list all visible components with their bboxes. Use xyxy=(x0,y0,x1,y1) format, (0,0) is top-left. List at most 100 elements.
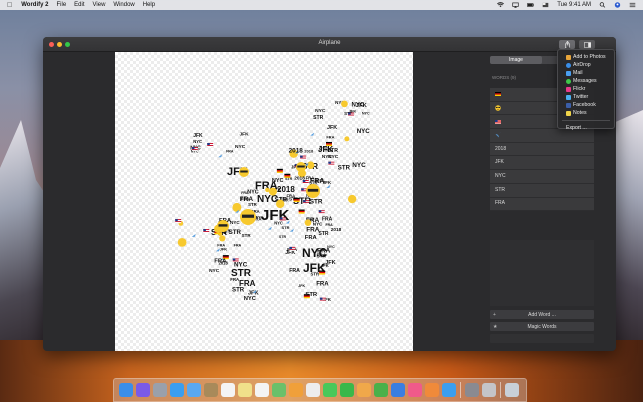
cloud-word: FRA xyxy=(289,268,300,274)
title-bar[interactable]: Airplane xyxy=(43,37,616,52)
wifi-icon[interactable] xyxy=(497,2,505,8)
reminders-icon[interactable] xyxy=(255,383,269,397)
music-icon[interactable] xyxy=(408,383,422,397)
spotlight-icon[interactable] xyxy=(599,2,606,8)
numbers-icon[interactable] xyxy=(374,383,388,397)
cloud-sunglasses-lens xyxy=(218,224,228,227)
messages-app-icon[interactable] xyxy=(323,383,337,397)
cloud-sunglasses-emoji xyxy=(265,187,270,193)
cloud-airplane-emoji xyxy=(326,184,332,188)
words-section-label: WORDS (9) xyxy=(492,75,516,80)
cloud-sunglasses-emoji xyxy=(304,219,312,226)
share-item-label: Mail xyxy=(573,70,583,76)
flickr-icon xyxy=(566,86,571,92)
profile-icon[interactable] xyxy=(482,383,496,397)
photos-app-icon[interactable] xyxy=(289,383,303,397)
calendar-icon[interactable] xyxy=(221,383,235,397)
battery-icon[interactable] xyxy=(527,2,535,8)
cloud-word: NYC xyxy=(193,139,202,144)
menu-edit[interactable]: Edit xyxy=(74,2,84,8)
system-preferences-icon[interactable] xyxy=(465,383,479,397)
menu-clock[interactable]: Tue 9:41 AM xyxy=(557,2,591,8)
cloud-us-flag xyxy=(203,229,210,234)
notification-center-icon[interactable] xyxy=(629,2,636,8)
cloud-sunglasses-emoji xyxy=(347,194,357,204)
siri-icon[interactable] xyxy=(136,383,150,397)
user-icon[interactable] xyxy=(614,2,621,8)
notes-app-icon[interactable] xyxy=(238,383,252,397)
share-facebook[interactable]: Facebook xyxy=(558,101,614,109)
dock-separator xyxy=(500,382,501,398)
cloud-us-flag xyxy=(289,246,296,251)
finder-icon[interactable] xyxy=(119,383,133,397)
app-menu[interactable]: Wordify 2 xyxy=(21,2,48,8)
cloud-sunglasses-emoji xyxy=(177,237,187,247)
share-airdrop[interactable]: AirDrop xyxy=(558,61,614,69)
wordify-icon[interactable] xyxy=(306,383,320,397)
cloud-german-flag xyxy=(293,197,300,202)
menu-view[interactable]: View xyxy=(93,2,106,8)
cloud-sunglasses-emoji xyxy=(276,199,285,209)
cloud-sunglasses-emoji xyxy=(341,100,348,108)
menu-bar:  Wordify 2 File Edit View Window Help T… xyxy=(0,0,643,10)
cloud-word: NYC xyxy=(230,220,240,225)
magic-words-button[interactable]: ★ Magic Words xyxy=(490,322,594,331)
safari-icon[interactable] xyxy=(170,383,184,397)
cloud-word: JFK xyxy=(193,133,203,139)
cloud-word: JFK xyxy=(298,284,305,288)
cloud-word: NYC xyxy=(352,162,366,169)
cloud-word: NYC xyxy=(352,102,365,109)
facetime-icon[interactable] xyxy=(340,383,354,397)
share-item-label: Notes xyxy=(573,110,587,116)
share-add-to-photos[interactable]: Add to Photos xyxy=(558,53,614,61)
cloud-word: NYC xyxy=(328,154,339,160)
menu-window[interactable]: Window xyxy=(113,2,134,8)
cloud-word: JFK xyxy=(321,263,329,268)
word-row-2018[interactable]: 2018 xyxy=(490,142,594,157)
cloud-word: FRA xyxy=(306,227,320,234)
airplay-icon[interactable] xyxy=(512,2,519,8)
share-menu-divider xyxy=(562,120,610,121)
pages-icon[interactable] xyxy=(357,383,371,397)
dock xyxy=(113,378,527,402)
apple-icon[interactable]:  xyxy=(7,2,12,9)
cloud-german-flag xyxy=(325,141,332,147)
launchpad-icon[interactable] xyxy=(153,383,167,397)
add-word-button[interactable]: + Add Word ... xyxy=(490,310,594,319)
cloud-word: FRA xyxy=(226,150,234,154)
share-mail[interactable]: Mail xyxy=(558,69,614,77)
cloud-sunglasses-emoji xyxy=(232,202,242,212)
menu-help[interactable]: Help xyxy=(143,2,155,8)
share-export[interactable]: Export ... xyxy=(558,124,614,132)
keynote-icon[interactable] xyxy=(391,383,405,397)
twitter-icon xyxy=(566,94,571,100)
airplane-icon xyxy=(495,132,501,138)
mail-app-icon[interactable] xyxy=(187,383,201,397)
share-twitter[interactable]: Twitter xyxy=(558,93,614,101)
word-row-str[interactable]: STR xyxy=(490,183,594,198)
word-row-jfk[interactable]: JFK xyxy=(490,156,594,171)
cloud-word: FRA xyxy=(214,258,227,264)
tab-image[interactable]: Image xyxy=(490,56,542,64)
cloud-word: FRA xyxy=(322,217,333,223)
cloud-word: FRA xyxy=(234,244,242,248)
word-row-nyc[interactable]: NYC xyxy=(490,170,594,184)
share-item-label: Facebook xyxy=(573,102,596,108)
word-cloud-canvas[interactable]: JFKFRANYCJFKSTR2018NYCJFKSTRFRASTRJFKSTR… xyxy=(115,52,413,351)
menu-file[interactable]: File xyxy=(56,2,66,8)
contacts-icon[interactable] xyxy=(204,383,218,397)
maps-icon[interactable] xyxy=(272,383,286,397)
trash-icon[interactable] xyxy=(505,383,519,397)
share-notes[interactable]: Notes xyxy=(558,109,614,117)
share-messages[interactable]: Messages xyxy=(558,77,614,85)
cloud-airplane-emoji xyxy=(191,233,197,237)
flag-icon[interactable] xyxy=(542,2,549,8)
sidebar-toggle-button[interactable] xyxy=(579,40,595,49)
cloud-sunglasses-emoji xyxy=(219,235,226,242)
word-row-fra[interactable]: FRA xyxy=(490,197,594,212)
app-store-icon[interactable] xyxy=(442,383,456,397)
plus-icon: + xyxy=(493,311,496,318)
books-icon[interactable] xyxy=(425,383,439,397)
share-flickr[interactable]: Flickr xyxy=(558,85,614,93)
cloud-us-flag xyxy=(328,161,335,166)
